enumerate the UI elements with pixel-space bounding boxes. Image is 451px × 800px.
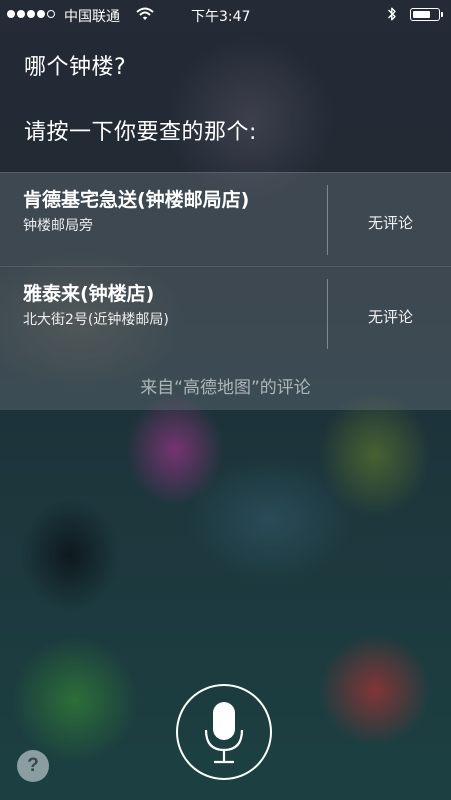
result-divider bbox=[327, 279, 328, 349]
result-review-status: 无评论 bbox=[367, 214, 413, 232]
wifi-icon bbox=[136, 7, 154, 20]
battery-level-fill bbox=[413, 11, 430, 18]
review-source-note: 来自“高德地图”的评论 bbox=[140, 378, 311, 398]
carrier-name: 中国联通 bbox=[64, 9, 120, 25]
siri-mic-button[interactable] bbox=[176, 684, 272, 780]
help-button[interactable]: ? bbox=[17, 750, 49, 782]
signal-strength-indicator bbox=[7, 10, 55, 18]
result-address: 钟楼邮局旁 bbox=[23, 218, 93, 234]
bluetooth-icon bbox=[388, 7, 396, 21]
signal-dot bbox=[7, 10, 15, 18]
signal-dot bbox=[17, 10, 25, 18]
result-title: 肯德基宅急送(钟楼邮局店) bbox=[23, 189, 250, 211]
result-divider bbox=[327, 185, 328, 255]
result-title: 雅泰来(钟楼店) bbox=[23, 283, 155, 305]
microphone-icon bbox=[204, 702, 244, 764]
signal-dot bbox=[37, 10, 45, 18]
result-item-yataolai[interactable]: 雅泰来(钟楼店) 北大街2号(近钟楼邮局) 无评论 bbox=[0, 267, 451, 361]
result-item-kfc[interactable]: 肯德基宅急送(钟楼邮局店) 钟楼邮局旁 无评论 bbox=[0, 173, 451, 267]
result-review-status: 无评论 bbox=[367, 308, 413, 326]
siri-question: 哪个钟楼? bbox=[24, 55, 127, 80]
status-bar: 中国联通 下午3:47 bbox=[0, 0, 451, 30]
siri-prompt: 请按一下你要查的那个: bbox=[24, 120, 257, 145]
battery-icon bbox=[410, 8, 440, 21]
result-address: 北大街2号(近钟楼邮局) bbox=[23, 312, 169, 328]
results-panel: 肯德基宅急送(钟楼邮局店) 钟楼邮局旁 无评论 雅泰来(钟楼店) 北大街2号(近… bbox=[0, 172, 451, 410]
battery-tip bbox=[441, 12, 443, 17]
status-time: 下午3:47 bbox=[191, 9, 251, 25]
signal-dot bbox=[27, 10, 35, 18]
help-question-icon: ? bbox=[27, 755, 39, 776]
signal-dot bbox=[47, 10, 55, 18]
